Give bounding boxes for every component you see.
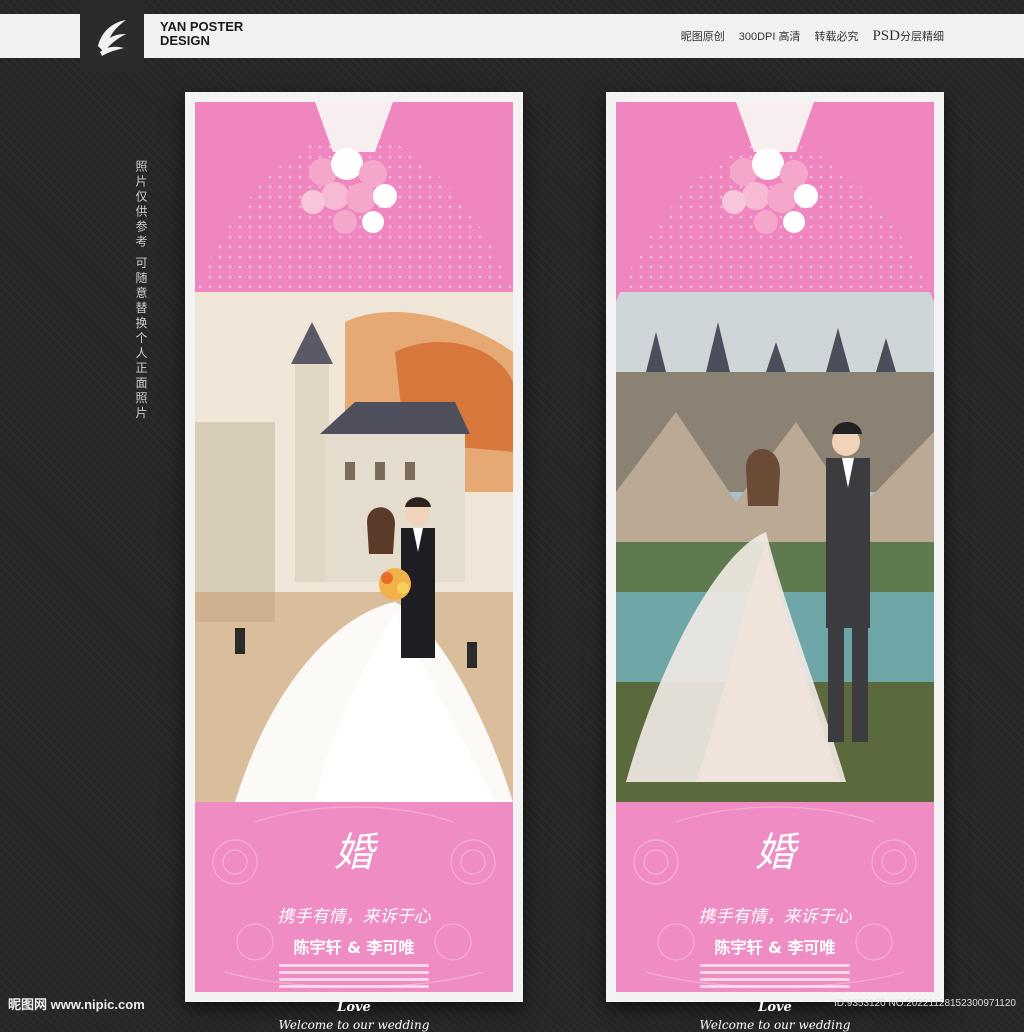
couple-names: 陈宇轩 & 李可唯 (714, 938, 836, 957)
bouquet-arch-overlay (616, 102, 934, 302)
top-nav: 昵图原创 300DPI 高清 转载必究 PSD分层精细 (681, 28, 944, 45)
wedding-calligraphy: 婚 (334, 830, 374, 876)
slogan: 携手有情，来诉于心 (698, 907, 852, 927)
brand-logo (80, 0, 144, 72)
side-note: 照片仅供参考 可随意替换个人正面照片 (134, 160, 148, 422)
poster-text-panel: 婚 携手有情，来诉于心 陈宇轩 & 李可唯 Love Welcome to ou… (195, 802, 513, 1032)
site-watermark: 昵图网 www.nipic.com (8, 997, 145, 1012)
welcome-text: Welcome to our wedding (278, 1018, 430, 1032)
love-text: Love (337, 1000, 371, 1015)
nav-item-psd: PSD分层精细 (872, 28, 944, 45)
slogan: 携手有情，来诉于心 (277, 907, 431, 927)
top-bar: YAN POSTER DESIGN 昵图原创 300DPI 高清 转载必究 PS… (0, 0, 1024, 72)
nav-item-copyright: 转载必究 (814, 31, 859, 43)
nav-item-original: 昵图原创 (680, 31, 725, 43)
wedding-calligraphy: 婚 (755, 830, 795, 876)
bouquet-arch-overlay (195, 102, 513, 292)
welcome-text: Welcome to our wedding (699, 1018, 851, 1032)
brand-line-2: DESIGN (160, 33, 210, 48)
brand-name: YAN POSTER DESIGN (160, 20, 243, 48)
couple-names: 陈宇轩 & 李可唯 (293, 938, 415, 957)
poster-right: 婚 携手有情，来诉于心 陈宇轩 & 李可唯 Love Welcome to ou… (606, 92, 944, 1032)
brand-line-1: YAN POSTER (160, 19, 244, 34)
invitation-body (279, 960, 429, 992)
wing-logo-icon (98, 20, 126, 56)
poster-left: 婚 携手有情，来诉于心 陈宇轩 & 李可唯 Love Welcome to ou… (185, 92, 523, 1032)
psd-suffix: 分层精细 (900, 31, 944, 43)
psd-label: PSD (872, 28, 900, 44)
image-id: ID:9353120 NO:20221128152300971120 (833, 998, 1016, 1009)
nav-item-dpi: 300DPI 高清 (738, 31, 801, 43)
poster-text-panel: 婚 携手有情，来诉于心 陈宇轩 & 李可唯 Love Welcome to ou… (616, 802, 934, 1032)
invitation-body (700, 960, 850, 992)
